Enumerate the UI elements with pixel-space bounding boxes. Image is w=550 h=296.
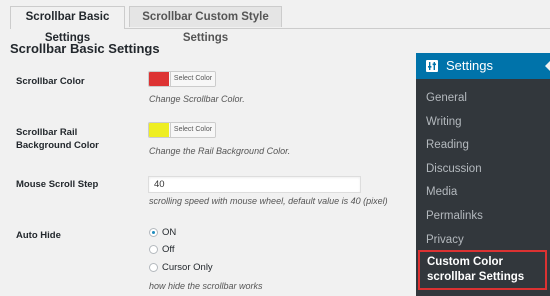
custom-item-label: Custom Color scrollbar Settings	[427, 255, 524, 285]
scrollbar-color-description: Change Scrollbar Color.	[149, 94, 245, 104]
mouse-scroll-step-input[interactable]	[148, 176, 361, 193]
submenu-item-reading[interactable]: Reading	[426, 137, 469, 153]
custom-item-label-line1: Custom Color	[427, 256, 504, 268]
submenu-item-permalinks[interactable]: Permalinks	[426, 208, 483, 224]
custom-item-label-line2: scrollbar Settings	[427, 271, 525, 283]
submenu-item-general[interactable]: General	[426, 90, 467, 106]
rail-color-picker[interactable]: Select Color	[148, 122, 216, 138]
rail-color-swatch[interactable]	[149, 123, 169, 137]
section-title: Scrollbar Basic Settings	[10, 41, 160, 56]
radio-button-off[interactable]	[149, 245, 158, 254]
radio-label-on: ON	[162, 227, 177, 238]
menu-settings-label: Settings	[446, 58, 493, 73]
radio-label-cursor-only: Cursor Only	[162, 262, 213, 273]
scrollbar-color-swatch[interactable]	[149, 72, 169, 86]
radio-button-on[interactable]	[149, 228, 158, 237]
submenu-item-writing[interactable]: Writing	[426, 114, 462, 130]
rail-color-select-button[interactable]: Select Color	[170, 123, 215, 137]
submenu-item-custom-color-scrollbar-settings[interactable]: Custom Color scrollbar Settings	[418, 250, 547, 290]
tab-basic-settings[interactable]: Scrollbar Basic Settings	[10, 6, 125, 44]
scrollbar-color-label: Scrollbar Color	[16, 76, 85, 87]
settings-sliders-icon	[426, 60, 438, 72]
scrollbar-color-picker[interactable]: Select Color	[148, 71, 216, 87]
rail-color-label: Scrollbar Rail Background Color	[16, 127, 99, 151]
submenu-item-media[interactable]: Media	[426, 184, 457, 200]
submenu-item-privacy[interactable]: Privacy	[426, 232, 464, 248]
tab-custom-style-settings[interactable]: Scrollbar Custom Style Settings	[129, 6, 282, 44]
current-menu-arrow-icon	[545, 60, 550, 72]
radio-button-cursor-only[interactable]	[149, 263, 158, 272]
mouse-scroll-step-description: scrolling speed with mouse wheel, defaul…	[149, 196, 388, 206]
radio-label-off: Off	[162, 244, 175, 255]
mouse-scroll-step-label: Mouse Scroll Step	[16, 179, 99, 190]
settings-tabs: Scrollbar Basic Settings Scrollbar Custo…	[10, 6, 550, 44]
scrollbar-color-select-button[interactable]: Select Color	[170, 72, 215, 86]
menu-settings-header[interactable]: Settings	[416, 53, 550, 79]
auto-hide-label: Auto Hide	[16, 230, 61, 241]
auto-hide-description: how hide the scrollbar works	[149, 281, 263, 291]
submenu-item-discussion[interactable]: Discussion	[426, 161, 482, 177]
rail-color-description: Change the Rail Background Color.	[149, 146, 291, 156]
